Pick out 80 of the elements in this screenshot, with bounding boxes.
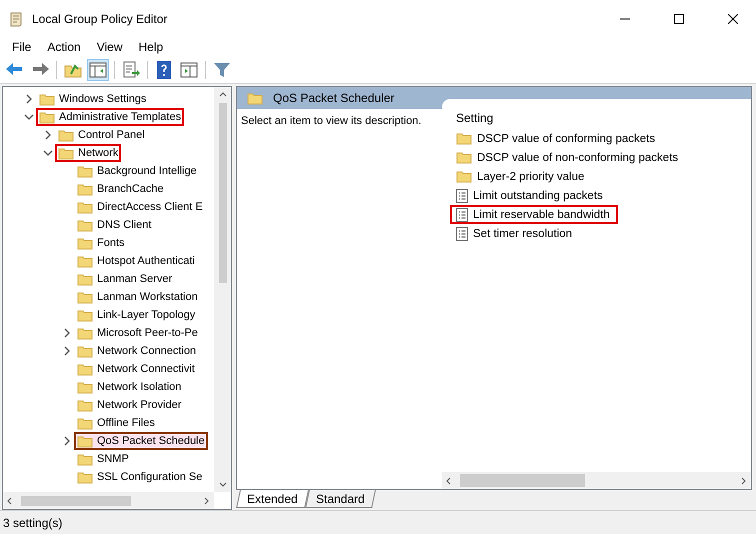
setting-item[interactable]: Limit outstanding packets xyxy=(450,186,611,205)
folder-icon xyxy=(77,254,93,268)
tree-item[interactable]: Network Provider xyxy=(74,396,184,414)
menu-item[interactable]: Help xyxy=(130,38,172,56)
menu-item[interactable]: File xyxy=(4,38,40,56)
tree-item[interactable]: Microsoft Peer-to-Pe xyxy=(74,324,201,342)
tree-item[interactable]: BranchCache xyxy=(74,180,167,198)
column-header[interactable]: Setting xyxy=(442,99,751,129)
setting-item[interactable]: DSCP value of conforming packets xyxy=(450,129,664,148)
scrollbar-thumb[interactable] xyxy=(218,103,226,283)
tree-item[interactable]: Network xyxy=(55,144,122,162)
scrollbar-thumb[interactable] xyxy=(460,474,585,487)
tree-item[interactable]: Lanman Server xyxy=(74,270,176,288)
tree-item[interactable]: Fonts xyxy=(74,234,128,252)
chevron-right-icon[interactable] xyxy=(24,94,34,104)
folder-icon xyxy=(77,416,93,430)
folder-icon xyxy=(77,470,93,484)
tree-item[interactable]: DirectAccess Client E xyxy=(74,198,206,216)
tree-item[interactable]: Lanman Workstation xyxy=(74,288,201,306)
folder-icon xyxy=(77,200,93,214)
tree-item[interactable]: Link-Layer Topology xyxy=(74,306,198,324)
chevron-right-icon[interactable] xyxy=(42,130,52,140)
folder-icon xyxy=(77,236,93,250)
tree-item[interactable]: Hotspot Authenticati xyxy=(74,252,198,270)
folder-icon xyxy=(77,164,93,178)
folder-icon xyxy=(58,128,74,142)
folder-icon xyxy=(58,146,74,160)
tree-item[interactable]: Background Intellige xyxy=(74,162,200,180)
folder-icon xyxy=(77,380,93,394)
chevron-right-icon[interactable] xyxy=(62,436,72,446)
tree-item[interactable]: SSL Configuration Se xyxy=(74,468,206,486)
setting-item[interactable]: Set timer resolution xyxy=(450,224,580,243)
folder-icon xyxy=(77,182,93,196)
folder-icon xyxy=(247,92,263,104)
view-tab[interactable]: Standard xyxy=(304,490,376,508)
folder-icon xyxy=(77,362,93,376)
tree-item[interactable]: DNS Client xyxy=(74,216,154,234)
setting-item[interactable]: Layer-2 priority value xyxy=(450,167,592,186)
folder-icon xyxy=(456,170,472,183)
folder-icon xyxy=(77,344,93,358)
chevron-down-icon[interactable] xyxy=(42,148,52,158)
folder-icon xyxy=(77,326,93,340)
menu-item[interactable]: Action xyxy=(39,38,89,56)
tree-item[interactable]: Network Connectivit xyxy=(74,360,198,378)
list-document-icon xyxy=(456,188,468,202)
setting-item[interactable]: Limit reservable bandwidth xyxy=(450,205,618,224)
tree-pane-button[interactable] xyxy=(87,58,109,80)
folder-icon xyxy=(77,272,93,286)
menu-item[interactable]: View xyxy=(88,38,130,56)
details-title: QoS Packet Scheduler xyxy=(273,91,394,105)
scroll-document-icon xyxy=(8,11,24,27)
window-title: Local Group Policy Editor xyxy=(32,12,168,26)
folder-icon xyxy=(77,434,93,448)
tree-item[interactable]: QoS Packet Schedule xyxy=(74,432,208,450)
maximize-icon xyxy=(674,14,684,24)
folder-icon xyxy=(77,398,93,412)
folder-icon xyxy=(77,452,93,466)
tree-item[interactable]: Windows Settings xyxy=(36,90,150,108)
folder-icon xyxy=(77,290,93,304)
close-icon xyxy=(728,14,738,24)
chevron-down-icon[interactable] xyxy=(24,112,34,122)
folder-icon xyxy=(39,92,55,106)
tree-item[interactable]: Administrative Templates xyxy=(36,108,184,126)
scrollbar-thumb[interactable] xyxy=(21,496,131,506)
tree-item[interactable]: Network Isolation xyxy=(74,378,184,396)
tree-item[interactable]: Network Connection xyxy=(74,342,200,360)
setting-item[interactable]: DSCP value of non-conforming packets xyxy=(450,148,686,167)
folder-icon xyxy=(456,151,472,164)
folder-icon xyxy=(456,132,472,145)
list-document-icon xyxy=(456,208,468,222)
folder-icon xyxy=(39,110,55,124)
tree-item[interactable]: Control Panel xyxy=(55,126,148,144)
tree-item[interactable]: Offline Files xyxy=(74,414,158,432)
folder-icon xyxy=(77,308,93,322)
description-text: Select an item to view its description. xyxy=(240,114,422,129)
tree-item[interactable]: SNMP xyxy=(74,450,132,468)
status-text: 3 setting(s) xyxy=(3,516,62,530)
view-tab[interactable]: Extended xyxy=(236,490,309,508)
folder-icon xyxy=(77,218,93,232)
list-document-icon xyxy=(456,226,468,240)
